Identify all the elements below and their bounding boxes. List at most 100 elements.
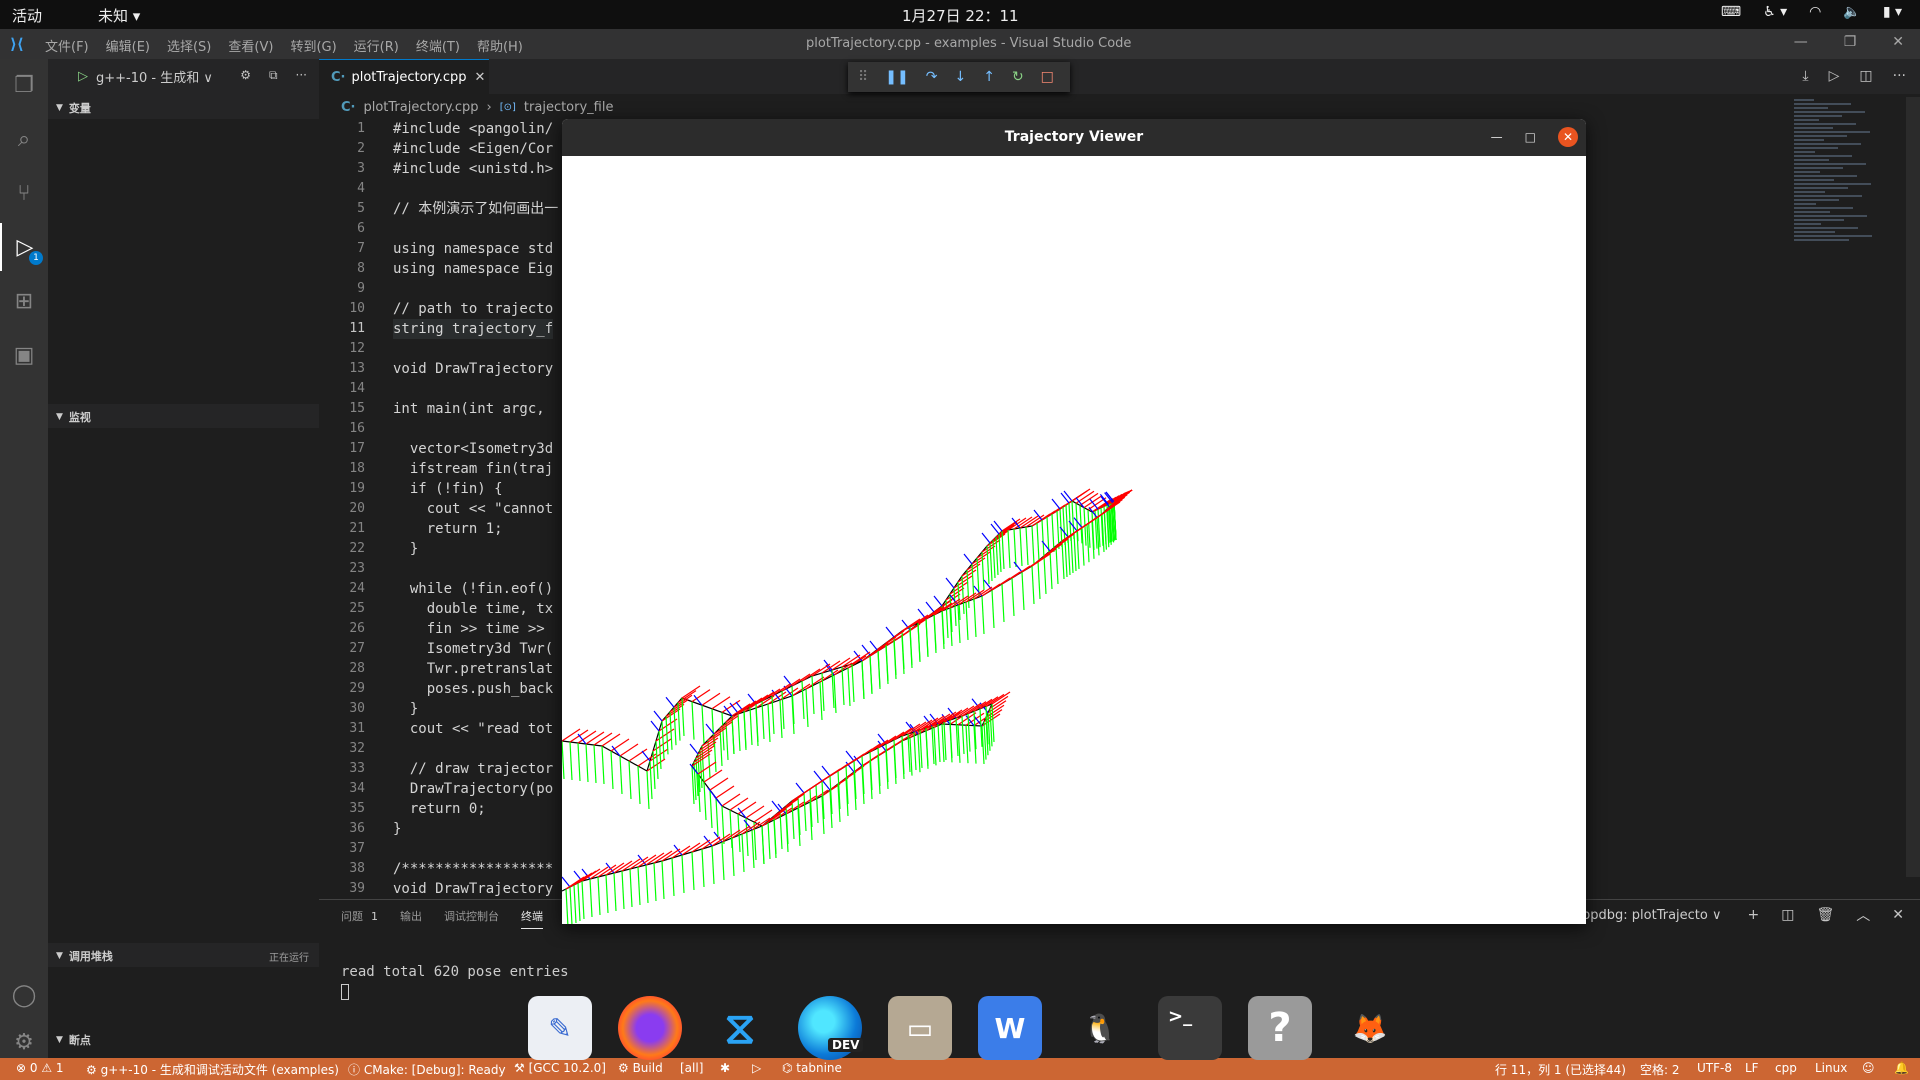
tab-label[interactable]: plotTrajectory.cpp (351, 70, 466, 85)
start-debug-icon[interactable]: ▷ (78, 69, 88, 84)
volume-icon[interactable]: 🔈 (1843, 4, 1860, 20)
line-number[interactable]: 5 (319, 199, 365, 219)
line-number[interactable]: 25 (319, 599, 365, 619)
code-text[interactable]: while (!fin.eof() (393, 579, 553, 599)
account-icon[interactable]: ◯ (0, 971, 48, 1019)
input-method-icon[interactable]: ⌨ (1721, 4, 1741, 20)
minimize-icon[interactable]: — (1491, 130, 1503, 144)
line-number[interactable]: 15 (319, 399, 365, 419)
tab-debug-console[interactable]: 调试控制台 (444, 908, 499, 929)
code-text[interactable]: // path to trajecto (393, 299, 553, 319)
line-number[interactable]: 10 (319, 299, 365, 319)
vscode-icon[interactable]: ⧖ (708, 996, 772, 1060)
line-number[interactable]: 33 (319, 759, 365, 779)
files-icon[interactable]: ▭ (888, 996, 952, 1060)
help-icon[interactable]: ? (1248, 996, 1312, 1060)
wifi-icon[interactable]: ◠ (1809, 4, 1821, 20)
menu-run[interactable]: 运行(R) (354, 36, 399, 55)
line-number[interactable]: 36 (319, 819, 365, 839)
line-number[interactable]: 37 (319, 839, 365, 859)
menu-view[interactable]: 查看(V) (228, 36, 273, 55)
notifications-icon[interactable]: 🔔 (1894, 1061, 1909, 1075)
code-text[interactable]: cout << "read tot (393, 719, 553, 739)
new-terminal-icon[interactable]: + (1748, 907, 1760, 923)
tab-terminal[interactable]: 终端 (521, 908, 543, 929)
download-icon[interactable]: ⤓ (1802, 68, 1808, 84)
problems-status[interactable]: ⊗ 0 ⚠ 1 (16, 1061, 64, 1075)
split-terminal-icon[interactable]: ◫ (1781, 907, 1794, 923)
text-editor-icon[interactable]: ✎ (528, 996, 592, 1060)
code-text[interactable]: /****************** (393, 859, 553, 879)
edge-dev-icon[interactable]: DEV (798, 996, 864, 1060)
line-number[interactable]: 1 (319, 119, 365, 139)
code-text[interactable]: // draw trajector (393, 759, 553, 779)
line-number[interactable]: 29 (319, 679, 365, 699)
indentation[interactable]: 空格: 2 (1640, 1061, 1680, 1078)
accessibility-icon[interactable]: ♿ ▾ (1763, 4, 1787, 20)
cursor-position[interactable]: 行 11，列 1 (已选择44) (1495, 1061, 1626, 1078)
code-text[interactable]: return 0; (393, 799, 486, 819)
line-number[interactable]: 28 (319, 659, 365, 679)
code-text[interactable]: vector<Isometry3d (393, 439, 553, 459)
qq-icon[interactable]: 🐧 (1068, 996, 1132, 1060)
line-number[interactable]: 24 (319, 579, 365, 599)
code-text[interactable]: int main(int argc, (393, 399, 553, 419)
terminal-output[interactable]: read total 620 pose entries (341, 964, 569, 980)
terminal-select[interactable]: cppdbg: plotTrajecto ∨ (1570, 905, 1726, 925)
source-control-icon[interactable]: ⑂ (0, 169, 48, 217)
variables-section-header[interactable]: ▼ 变量 (48, 97, 319, 119)
close-icon[interactable]: ✕ (1892, 34, 1904, 50)
code-text[interactable]: if (!fin) { (393, 479, 503, 499)
encoding[interactable]: UTF-8 (1697, 1061, 1732, 1075)
gimp-icon[interactable]: 🦊 (1338, 996, 1402, 1060)
line-number[interactable]: 23 (319, 559, 365, 579)
line-number[interactable]: 19 (319, 479, 365, 499)
callstack-section-header[interactable]: ▼ 调用堆栈 正在运行 (48, 945, 319, 967)
viewer-title-bar[interactable]: Trajectory Viewer (562, 119, 1586, 156)
line-number[interactable]: 17 (319, 439, 365, 459)
gear-icon[interactable]: ⚙ (240, 68, 251, 83)
code-text[interactable]: string trajectory_f (393, 319, 554, 339)
search-icon[interactable]: ⌕ (0, 115, 48, 163)
line-number[interactable]: 6 (319, 219, 365, 239)
breakpoints-section-header[interactable]: ▼ 断点 (48, 1029, 319, 1051)
code-text[interactable]: using namespace std (393, 239, 553, 259)
terminal-icon[interactable]: >_ (1158, 996, 1222, 1060)
run-file-icon[interactable]: ▷ (1829, 68, 1840, 84)
breadcrumb-file[interactable]: plotTrajectory.cpp (363, 100, 478, 115)
line-number[interactable]: 7 (319, 239, 365, 259)
line-number[interactable]: 22 (319, 539, 365, 559)
maximize-icon[interactable]: □ (1525, 130, 1536, 144)
code-text[interactable]: } (393, 539, 418, 559)
debug-config-status-label[interactable]: g++-10 - 生成和调试活动文件 (examples) (101, 1063, 339, 1077)
app-menu[interactable]: 未知 ▾ (98, 5, 140, 26)
wps-writer-icon[interactable]: W (978, 996, 1042, 1060)
code-text[interactable]: double time, tx (393, 599, 553, 619)
code-text[interactable]: fin >> time >> (393, 619, 553, 639)
code-text[interactable]: void DrawTrajectory (393, 879, 553, 899)
close-icon[interactable]: ✕ (1558, 127, 1578, 147)
menu-terminal[interactable]: 终端(T) (416, 36, 460, 55)
more-actions-icon[interactable]: ··· (296, 68, 307, 83)
breadcrumb-symbol[interactable]: trajectory_file (524, 100, 614, 115)
restore-icon[interactable]: ❐ (1844, 34, 1857, 50)
menu-file[interactable]: 文件(F) (45, 36, 89, 55)
drag-handle-icon[interactable]: ⠿ (858, 69, 868, 85)
firefox-icon[interactable] (618, 996, 682, 1060)
line-number[interactable]: 31 (319, 719, 365, 739)
menu-edit[interactable]: 编辑(E) (106, 36, 150, 55)
extensions-icon[interactable]: ⊞ (0, 277, 48, 325)
pause-icon[interactable]: ❚❚ (885, 69, 908, 85)
activities-button[interactable]: 活动 (12, 5, 42, 26)
code-text[interactable]: using namespace Eig (393, 259, 553, 279)
line-number[interactable]: 18 (319, 459, 365, 479)
line-number[interactable]: 4 (319, 179, 365, 199)
step-into-icon[interactable]: ↓ (954, 69, 966, 85)
code-text[interactable]: #include <pangolin/ (393, 119, 553, 139)
line-number[interactable]: 35 (319, 799, 365, 819)
code-text[interactable]: ifstream fin(traj (393, 459, 553, 479)
more-actions-icon[interactable]: ··· (1893, 68, 1906, 84)
code-text[interactable]: poses.push_back (393, 679, 553, 699)
line-number[interactable]: 20 (319, 499, 365, 519)
line-number[interactable]: 39 (319, 879, 365, 899)
